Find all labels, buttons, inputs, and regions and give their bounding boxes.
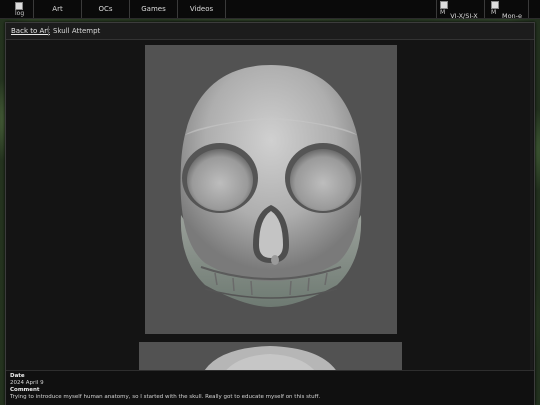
breadcrumb: Back to Art Skull Attempt [6, 23, 534, 40]
skull-render-image [145, 45, 397, 334]
comment-value: Trying to introduce myself human anatomy… [10, 394, 321, 400]
nav-games[interactable]: Games [130, 0, 177, 18]
broken-image-icon [440, 1, 448, 9]
artwork-viewer-window: Back to Art Skull Attempt Date 2024 Apri… [5, 22, 535, 405]
top-navigation: log Art OCs Games Videos M VI-X/SI-X M M… [0, 0, 540, 21]
comment-label: Comment [10, 387, 40, 393]
skull-render-image-2 [139, 342, 402, 370]
site-logo[interactable]: log [15, 2, 24, 18]
date-label: Date [10, 373, 25, 379]
image-scroll-area[interactable] [6, 40, 534, 370]
artwork-info-panel: Date 2024 April 9 Comment Trying to intr… [6, 370, 534, 405]
page-title: Skull Attempt [53, 27, 101, 35]
nav-mon-e[interactable]: Mon-e [498, 11, 526, 21]
broken-image-icon [15, 2, 23, 10]
date-value: 2024 April 9 [10, 380, 44, 386]
nav-videos[interactable]: Videos [178, 0, 225, 18]
vertical-scrollbar[interactable] [530, 40, 533, 370]
back-to-art-link[interactable]: Back to Art [11, 23, 50, 39]
nav-ocs[interactable]: OCs [82, 0, 129, 18]
nav-vi-x-si-x[interactable]: VI-X/SI-X [446, 11, 482, 21]
broken-image-icon [491, 1, 499, 9]
nav-art[interactable]: Art [34, 0, 81, 18]
